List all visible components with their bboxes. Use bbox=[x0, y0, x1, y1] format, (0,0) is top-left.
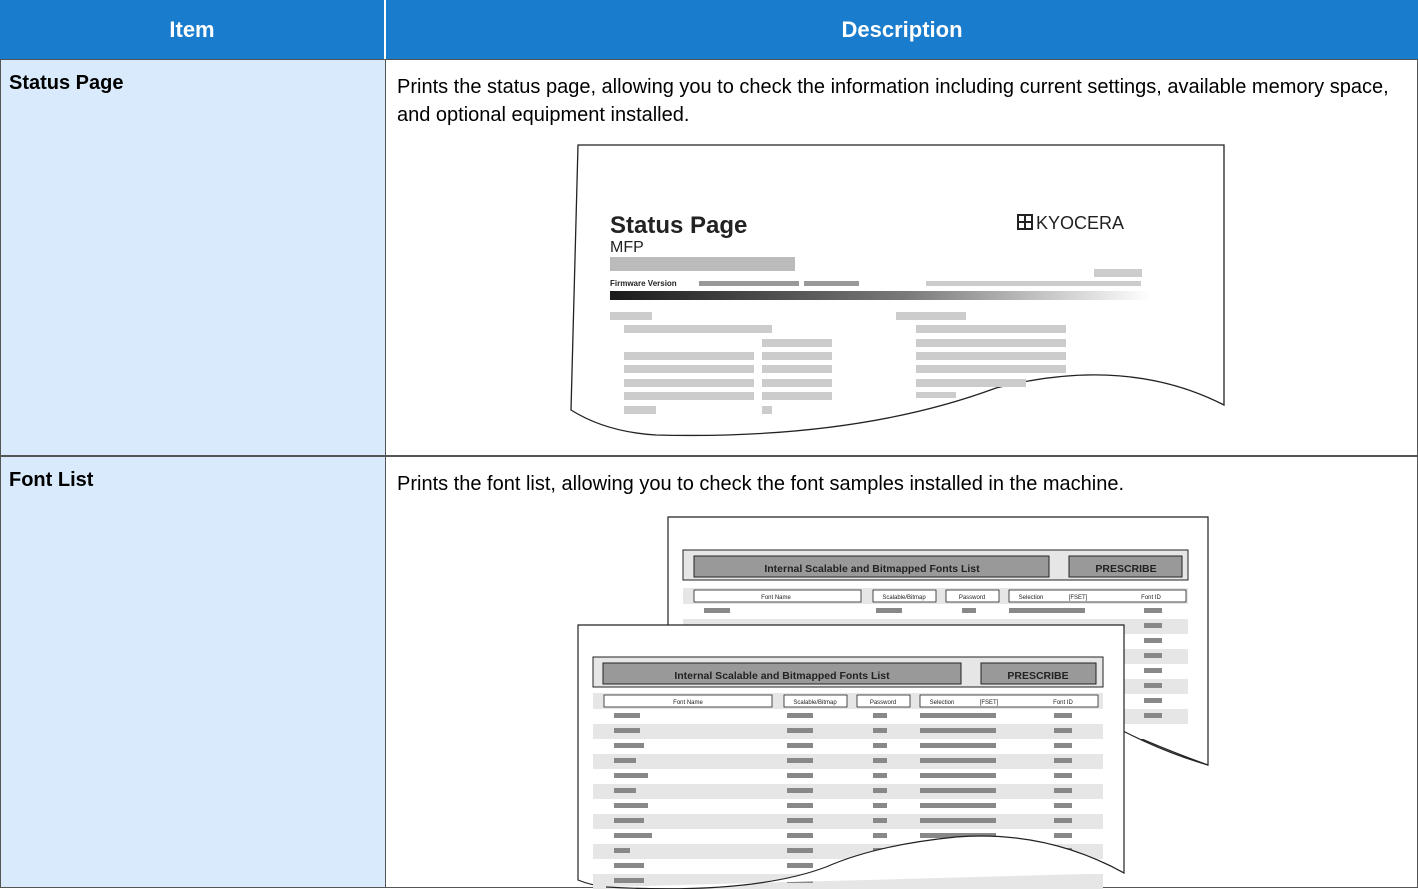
col-fset: [FSET] bbox=[980, 700, 999, 706]
font-list-illustration: Internal Scalable and Bitmapped Fonts Li… bbox=[577, 516, 1209, 889]
col-selection: Selection bbox=[930, 700, 955, 706]
row-status-page-description-cell: Prints the status page, allowing you to … bbox=[386, 59, 1418, 456]
row-font-list-description-cell: Prints the font list, allowing you to ch… bbox=[386, 456, 1418, 889]
font-list-heading: Internal Scalable and Bitmapped Fonts Li… bbox=[674, 670, 890, 682]
col-scalable-bitmap: Scalable/Bitmap bbox=[793, 700, 837, 706]
svg-text:[FSET]: [FSET] bbox=[1069, 595, 1088, 601]
firmware-version-label: Firmware Version bbox=[610, 279, 677, 288]
item-name: Status Page bbox=[9, 72, 124, 94]
svg-text:Internal Scalable and Bitmappe: Internal Scalable and Bitmapped Fonts Li… bbox=[764, 563, 980, 575]
status-page-illustration: Status Page MFP KYOCERA Firmware Version bbox=[570, 144, 1225, 437]
function-table: Item Description Status Page Prints the … bbox=[0, 0, 1418, 889]
svg-text:Font Name: Font Name bbox=[761, 595, 791, 601]
paper-sheet bbox=[570, 144, 1225, 437]
prescribe-badge: PRESCRIBE bbox=[1007, 670, 1068, 682]
col-font-name: Font Name bbox=[673, 700, 703, 706]
col-font-id: Font ID bbox=[1053, 700, 1073, 706]
row-status-page-item-cell: Status Page bbox=[0, 59, 386, 456]
svg-text:Selection: Selection bbox=[1019, 595, 1044, 601]
row-font-list-item-cell: Font List bbox=[0, 456, 386, 888]
col-password: Password bbox=[870, 700, 896, 706]
header-description: Description bbox=[386, 0, 1418, 59]
item-name: Font List bbox=[9, 469, 94, 491]
header-item: Item bbox=[0, 0, 386, 59]
svg-text:PRESCRIBE: PRESCRIBE bbox=[1095, 563, 1156, 575]
status-page-mfp: MFP bbox=[610, 239, 644, 256]
svg-text:Font ID: Font ID bbox=[1141, 595, 1161, 601]
svg-text:KYOCERA: KYOCERA bbox=[1036, 213, 1124, 233]
item-description: Prints the font list, allowing you to ch… bbox=[397, 473, 1125, 495]
font-list-front-sheet: Internal Scalable and Bitmapped Fonts Li… bbox=[577, 624, 1125, 889]
item-description: Prints the status page, allowing you to … bbox=[397, 76, 1389, 126]
svg-text:Password: Password bbox=[959, 595, 985, 601]
status-page-heading: Status Page bbox=[610, 212, 747, 239]
svg-text:Scalable/Bitmap: Scalable/Bitmap bbox=[882, 595, 926, 601]
